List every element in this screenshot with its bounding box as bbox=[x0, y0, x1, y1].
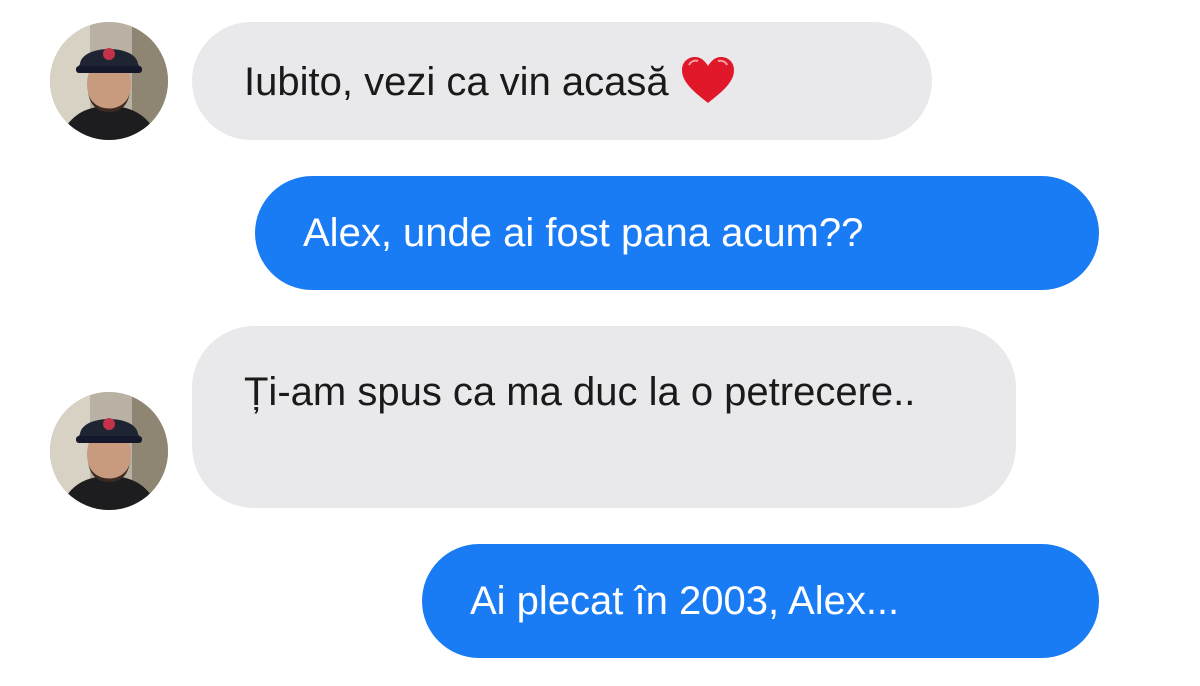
message-bubble-incoming[interactable]: Iubito, vezi ca vin acasă bbox=[192, 22, 932, 140]
message-bubble-outgoing[interactable]: Alex, unde ai fost pana acum?? bbox=[255, 176, 1099, 290]
contact-avatar[interactable] bbox=[50, 22, 168, 140]
chat-thread: Iubito, vezi ca vin acasă Alex, unde ai … bbox=[0, 0, 1200, 686]
message-text: Alex, unde ai fost pana acum?? bbox=[303, 211, 864, 255]
profile-photo-icon bbox=[50, 22, 168, 140]
red-heart-icon bbox=[679, 55, 737, 105]
message-text: Ți-am spus ca ma duc la o petrecere.. bbox=[244, 370, 916, 414]
contact-avatar[interactable] bbox=[50, 392, 168, 510]
message-bubble-incoming[interactable]: Ți-am spus ca ma duc la o petrecere.. bbox=[192, 326, 1016, 508]
message-text: Ai plecat în 2003, Alex... bbox=[470, 579, 900, 623]
message-text: Iubito, vezi ca vin acasă bbox=[244, 60, 669, 104]
message-bubble-outgoing[interactable]: Ai plecat în 2003, Alex... bbox=[422, 544, 1099, 658]
profile-photo-icon bbox=[50, 392, 168, 510]
